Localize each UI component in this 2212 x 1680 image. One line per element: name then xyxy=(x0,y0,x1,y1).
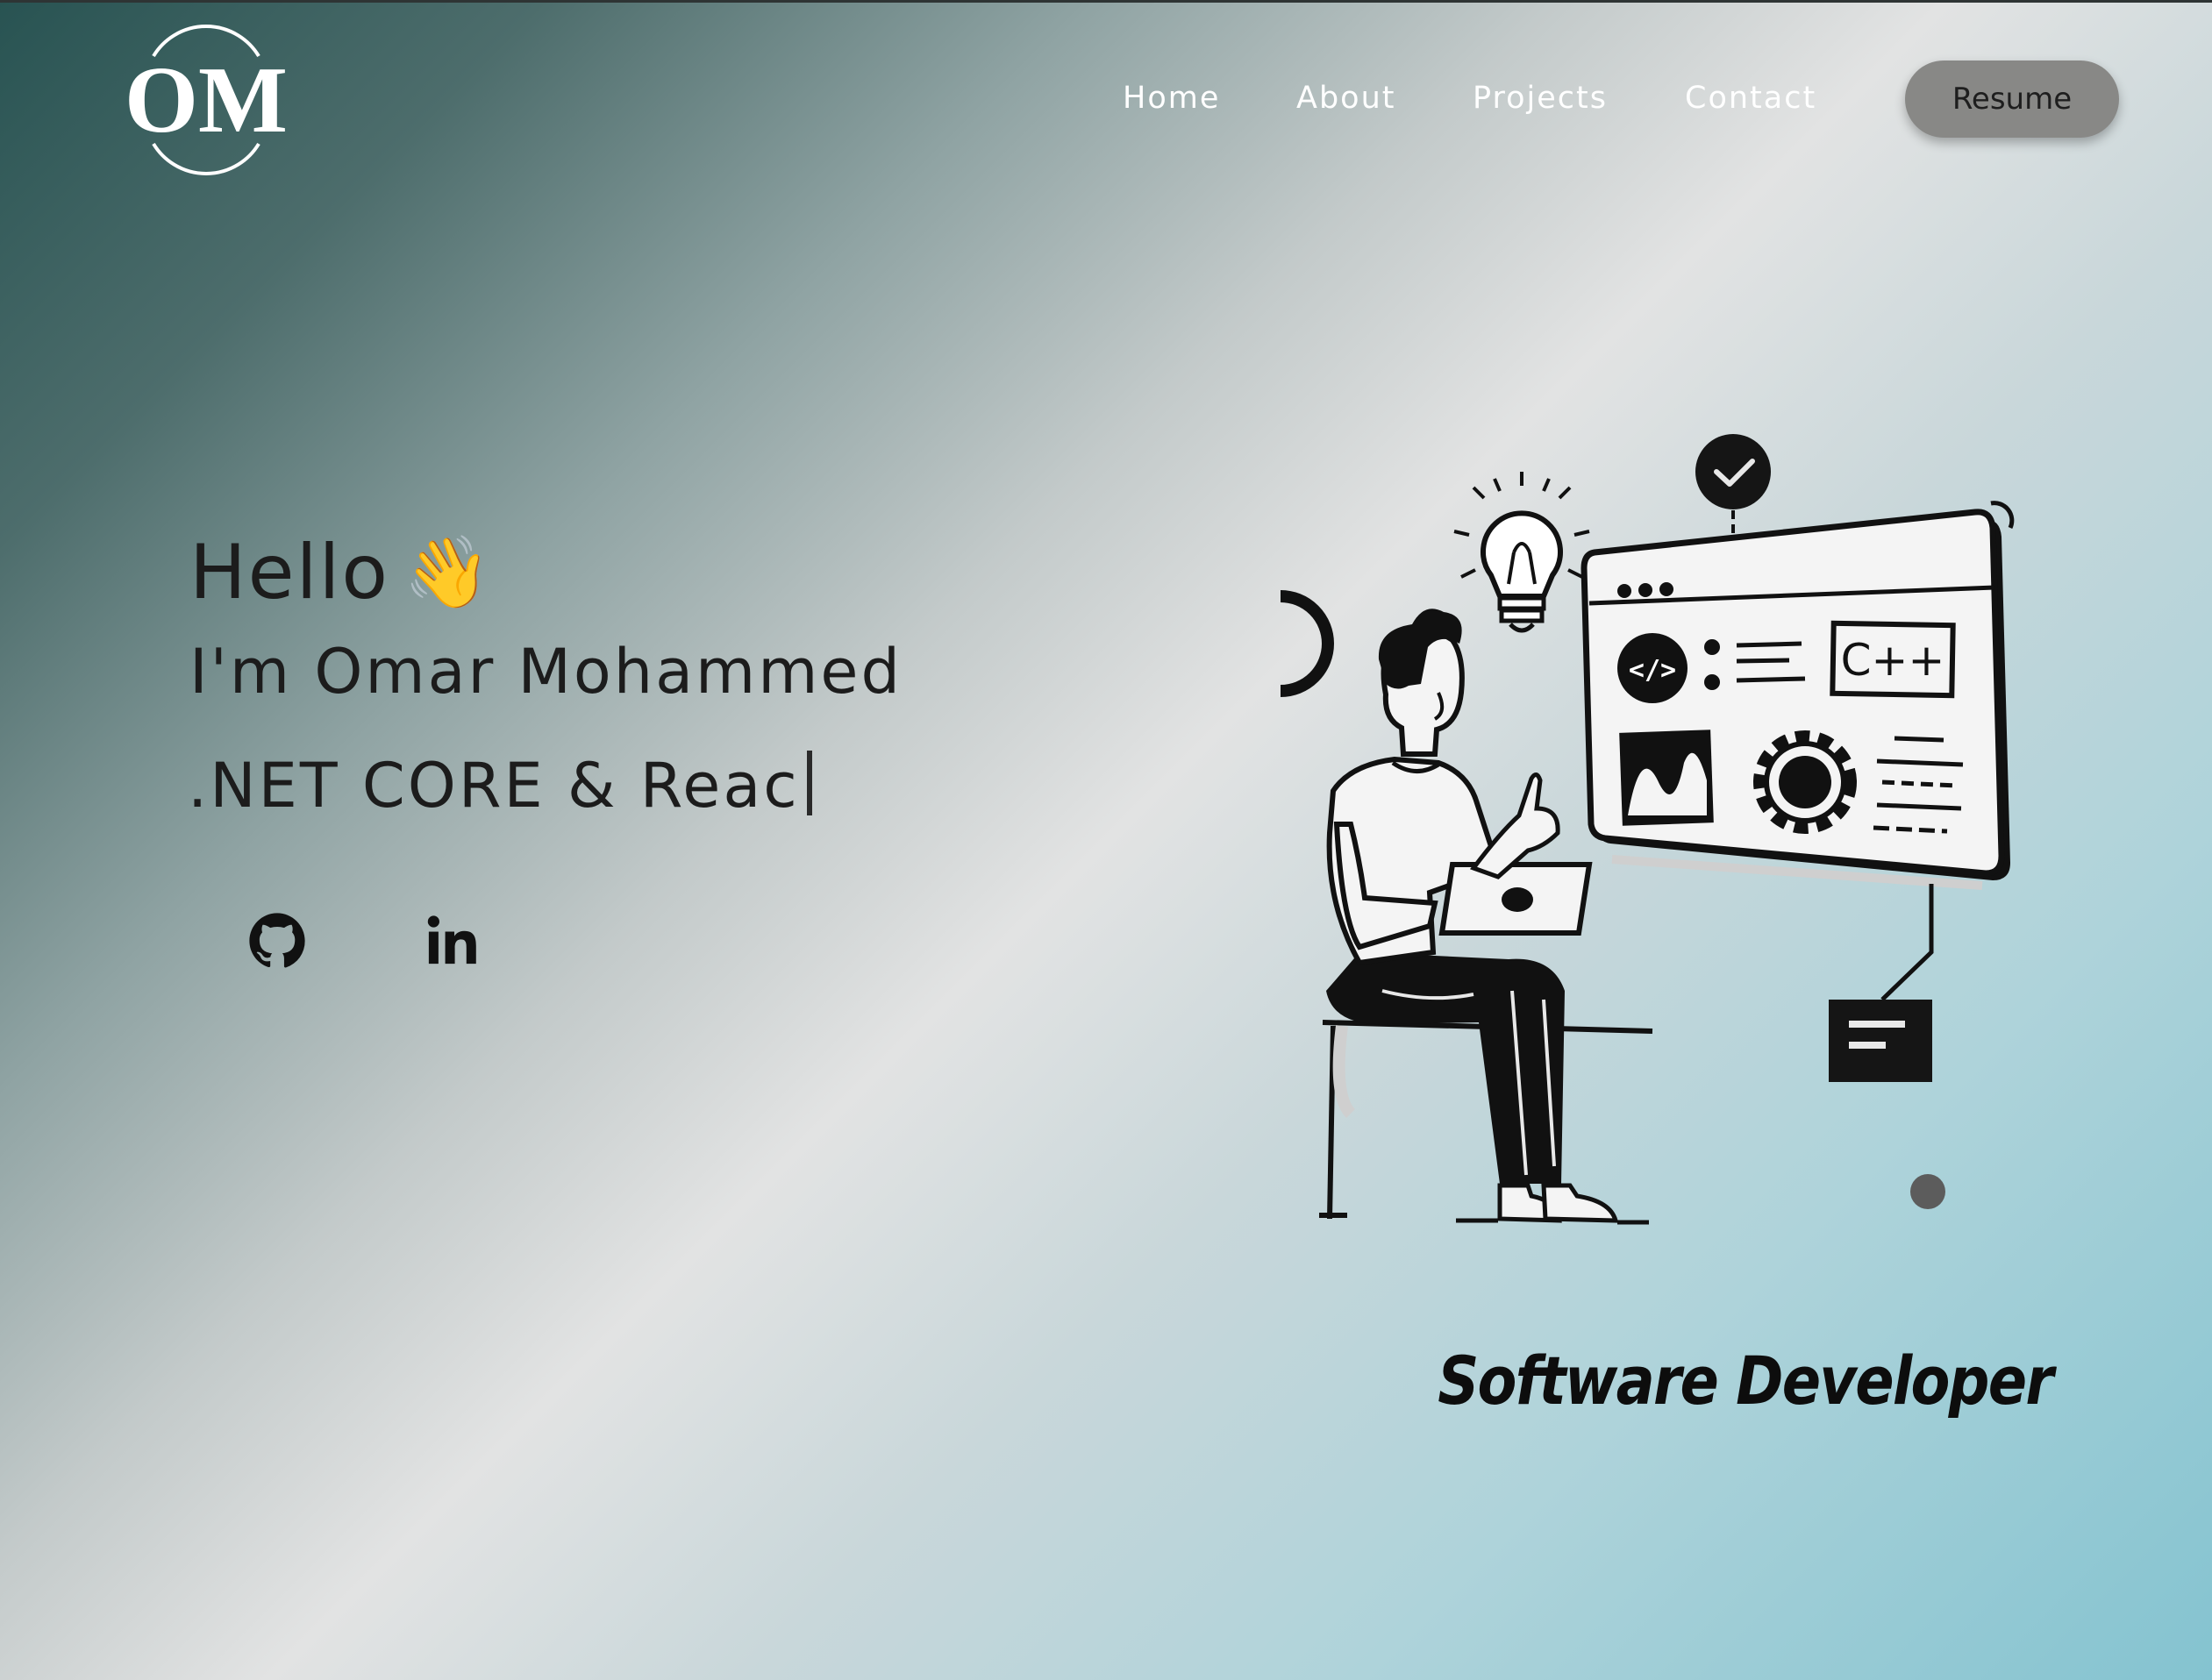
check-badge-icon xyxy=(1695,434,1771,509)
greeting-text: Hello xyxy=(189,529,389,616)
decor-arc-left xyxy=(1281,590,1334,697)
nav-home[interactable]: Home xyxy=(1123,70,1220,126)
nav-about[interactable]: About xyxy=(1296,70,1395,126)
monitor-screen: </> C++ xyxy=(1581,509,2010,890)
developer-illustration: </> C++ xyxy=(1281,434,2015,1225)
hero-greeting: Hello 👋 xyxy=(189,524,493,621)
nav-contact[interactable]: Contact xyxy=(1685,70,1816,126)
logo-text: OM xyxy=(125,48,288,153)
lightbulb-icon xyxy=(1453,472,1590,633)
github-icon[interactable] xyxy=(248,912,306,970)
note-card-icon xyxy=(1829,1000,1932,1082)
resume-button[interactable]: Resume xyxy=(1905,61,2119,138)
waving-hand-icon: 👋 xyxy=(403,531,493,613)
role-title: Software Developer xyxy=(1438,1342,2053,1420)
typed-text: .NET CORE & Reac xyxy=(188,750,800,822)
typewriter-line: .NET CORE & Reac xyxy=(188,744,812,828)
nav-projects[interactable]: Projects xyxy=(1473,70,1608,126)
om-logo[interactable]: OM xyxy=(123,19,289,177)
top-border xyxy=(0,0,2212,3)
linkedin-icon[interactable] xyxy=(423,912,481,970)
floating-dot xyxy=(1910,1174,1945,1209)
cpp-label: C++ xyxy=(1841,635,1945,686)
text-cursor xyxy=(806,751,812,815)
hero-name: I'm Omar Mohammed xyxy=(189,636,903,708)
code-symbol: </> xyxy=(1629,655,1676,686)
